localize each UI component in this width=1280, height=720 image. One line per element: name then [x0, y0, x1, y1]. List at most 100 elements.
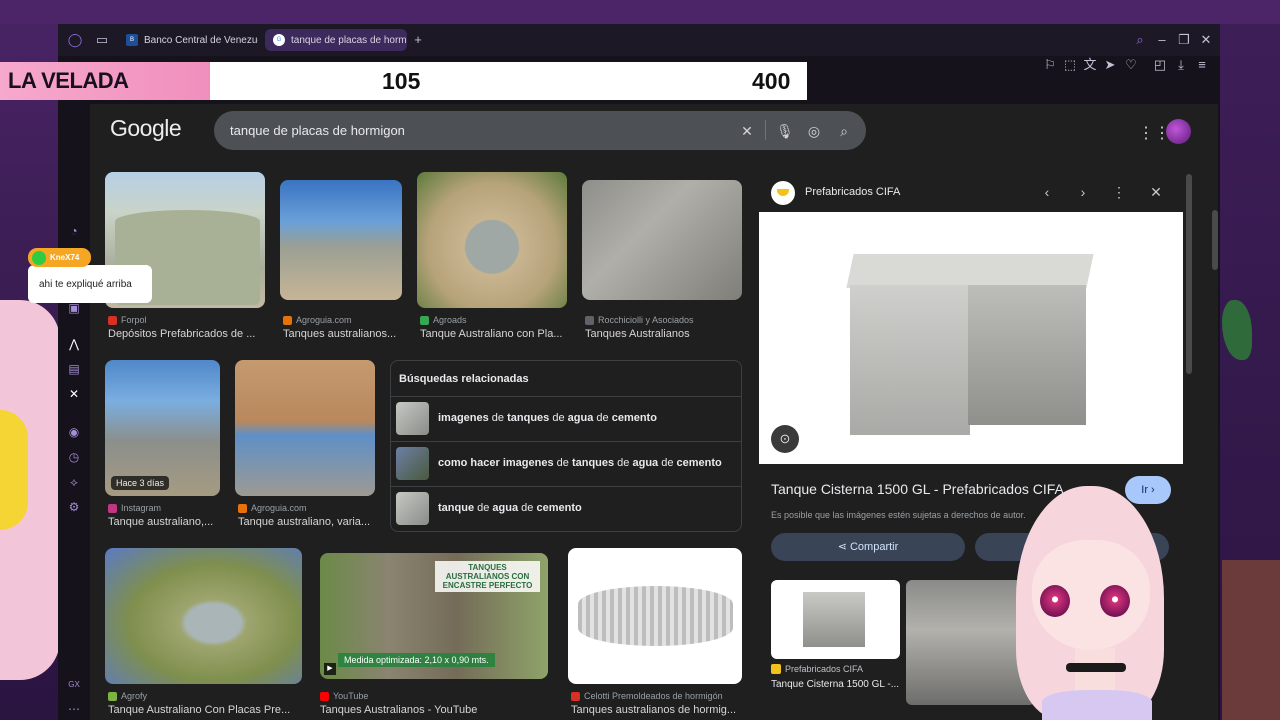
- preview-source[interactable]: Prefabricados CIFA: [805, 186, 900, 198]
- sidebar-twitch-icon[interactable]: ▤: [66, 361, 82, 377]
- related-search-label[interactable]: tanque de agua de cemento: [438, 502, 582, 514]
- vtuber-collar: [1066, 663, 1126, 672]
- chat-username: KneX74: [50, 253, 80, 262]
- result-source-5[interactable]: Instagram: [108, 503, 161, 513]
- source-label: YouTube: [333, 691, 369, 701]
- sidebar-x-alt-icon[interactable]: ⋀: [66, 336, 82, 352]
- send-icon[interactable]: ➤: [1102, 57, 1118, 73]
- vtuber-eye-left: [1040, 585, 1070, 617]
- related-image-source[interactable]: Prefabricados CIFA: [771, 664, 863, 674]
- result-title-1[interactable]: Depósitos Prefabricados de ...: [108, 328, 268, 340]
- google-icon: G: [273, 34, 285, 46]
- related-search-label[interactable]: como hacer imagenes de tanques de agua d…: [438, 457, 722, 469]
- tab-label: Banco Central de Venezue: [144, 34, 258, 46]
- result-title-6[interactable]: Tanque australiano, varia...: [238, 516, 378, 528]
- preview-title[interactable]: Tanque Cisterna 1500 GL - Prefabricados …: [771, 481, 1064, 497]
- source-label: Agroads: [433, 315, 467, 325]
- result-source-4[interactable]: Rocchiciolli y Asociados: [585, 315, 694, 325]
- sidebar-more-icon[interactable]: ⋯: [66, 701, 82, 717]
- result-image-6[interactable]: [235, 360, 375, 496]
- bookmark-icon[interactable]: ⚐: [1042, 57, 1058, 73]
- heart-icon[interactable]: ♡: [1123, 57, 1139, 73]
- result-source-2[interactable]: Agroguia.com: [283, 315, 352, 325]
- tab-google-search[interactable]: G tanque de placas de hormi: [265, 29, 407, 51]
- page-scrollbar[interactable]: [1212, 210, 1218, 270]
- workspaces-icon[interactable]: ▭: [94, 32, 110, 48]
- menu-icon[interactable]: ≡: [1194, 57, 1210, 73]
- tab-banco-central[interactable]: B Banco Central de Venezue: [118, 29, 258, 51]
- search-input[interactable]: tanque de placas de hormigon: [230, 123, 405, 138]
- new-tab-button[interactable]: +: [410, 32, 426, 48]
- more-options-icon[interactable]: ⋮: [1111, 184, 1127, 200]
- share-button[interactable]: ⋖ Compartir: [771, 533, 965, 561]
- visit-button[interactable]: Ir ›: [1125, 476, 1171, 504]
- account-avatar[interactable]: [1166, 119, 1191, 144]
- sidebar-x-icon[interactable]: ✕: [66, 386, 82, 402]
- related-image-title[interactable]: Tanque Cisterna 1500 GL -...: [771, 679, 899, 690]
- sidebar-player-icon[interactable]: ◉: [66, 424, 82, 440]
- vtuber-shoulder: [1042, 690, 1152, 720]
- result-title-2[interactable]: Tanques australianos...: [283, 328, 408, 340]
- result-image-9[interactable]: [568, 548, 742, 684]
- clear-search-icon[interactable]: ✕: [739, 123, 755, 139]
- google-logo[interactable]: Google: [110, 115, 182, 142]
- result-title-9[interactable]: Tanques australianos de hormig...: [571, 704, 743, 716]
- search-icon[interactable]: ⌕: [836, 123, 852, 139]
- result-image-4[interactable]: [582, 180, 742, 300]
- favicon-icon: [108, 315, 117, 325]
- close-preview-icon[interactable]: ✕: [1148, 184, 1164, 200]
- result-title-3[interactable]: Tanque Australiano con Pla...: [420, 328, 570, 340]
- result-title-8[interactable]: Tanques Australianos - YouTube: [320, 704, 550, 716]
- result-image-2[interactable]: [280, 180, 402, 300]
- sidebar-extensions-icon[interactable]: ⟡: [66, 474, 82, 490]
- result-image-8[interactable]: TANQUES AUSTRALIANOS CON ENCASTRE PERFEC…: [320, 553, 548, 679]
- result-source-6[interactable]: Agroguia.com: [238, 503, 307, 513]
- favicon-icon: [571, 691, 580, 701]
- video-overlay-title: TANQUES AUSTRALIANOS CON ENCASTRE PERFEC…: [435, 561, 540, 592]
- result-source-1[interactable]: Forpol: [108, 315, 147, 325]
- sidebar-gx-icon[interactable]: GX: [66, 677, 82, 693]
- source-label: Prefabricados CIFA: [785, 664, 864, 674]
- opera-logo-icon[interactable]: ◯: [67, 32, 83, 48]
- snapshot-icon[interactable]: ⬚: [1062, 57, 1078, 73]
- result-image-3[interactable]: [417, 172, 567, 308]
- search-tabs-icon[interactable]: ⌕: [1132, 32, 1148, 48]
- result-title-5[interactable]: Tanque australiano,...: [108, 516, 223, 528]
- sidebar-aria-icon[interactable]: ◔: [66, 223, 82, 239]
- voice-search-icon[interactable]: 🎙: [776, 123, 794, 139]
- result-source-8[interactable]: YouTube: [320, 691, 368, 701]
- sidebar-history-icon[interactable]: ◷: [66, 449, 82, 465]
- favicon-icon: [420, 315, 429, 325]
- concrete-tank-side: [968, 285, 1086, 425]
- result-image-7[interactable]: [105, 548, 302, 684]
- downloads-icon[interactable]: ⤓: [1173, 57, 1189, 73]
- favicon-icon: [320, 691, 329, 701]
- video-overlay-caption: Medida optimizada: 2,10 x 0,90 mts.: [338, 653, 495, 667]
- favicon-icon: [108, 691, 117, 701]
- result-title-7[interactable]: Tanque Australiano Con Placas Pre...: [108, 704, 303, 716]
- result-title-4[interactable]: Tanques Australianos: [585, 328, 740, 340]
- search-divider: [765, 120, 766, 140]
- wallet-icon[interactable]: ◰: [1152, 57, 1168, 73]
- lens-icon[interactable]: ⊙: [771, 425, 799, 453]
- related-searches-heading: Búsquedas relacionadas: [399, 373, 529, 385]
- chat-username-badge: KneX74: [28, 248, 91, 267]
- result-source-7[interactable]: Agrofy: [108, 691, 147, 701]
- translate-icon[interactable]: 文: [1082, 57, 1098, 73]
- result-source-3[interactable]: Agroads: [420, 315, 467, 325]
- restore-icon[interactable]: ❐: [1176, 32, 1192, 48]
- source-label: Agrofy: [121, 691, 148, 701]
- next-icon[interactable]: ›: [1075, 184, 1091, 200]
- previous-icon[interactable]: ‹: [1039, 184, 1055, 200]
- close-window-icon[interactable]: ✕: [1198, 32, 1214, 48]
- lens-search-icon[interactable]: ◎: [806, 123, 822, 139]
- chat-message: ahi te expliqué arriba: [28, 265, 152, 303]
- panel-scrollbar[interactable]: [1186, 174, 1192, 374]
- minimize-icon[interactable]: –: [1154, 32, 1170, 48]
- sidebar-settings-icon[interactable]: ⚙: [66, 499, 82, 515]
- result-source-9[interactable]: Celotti Premoldeados de hormigón: [571, 691, 723, 701]
- related-image-1[interactable]: [771, 580, 900, 659]
- stream-background-top: [0, 0, 1280, 24]
- result-image-5[interactable]: Hace 3 días: [105, 360, 220, 496]
- related-search-label[interactable]: imagenes de tanques de agua de cemento: [438, 412, 657, 424]
